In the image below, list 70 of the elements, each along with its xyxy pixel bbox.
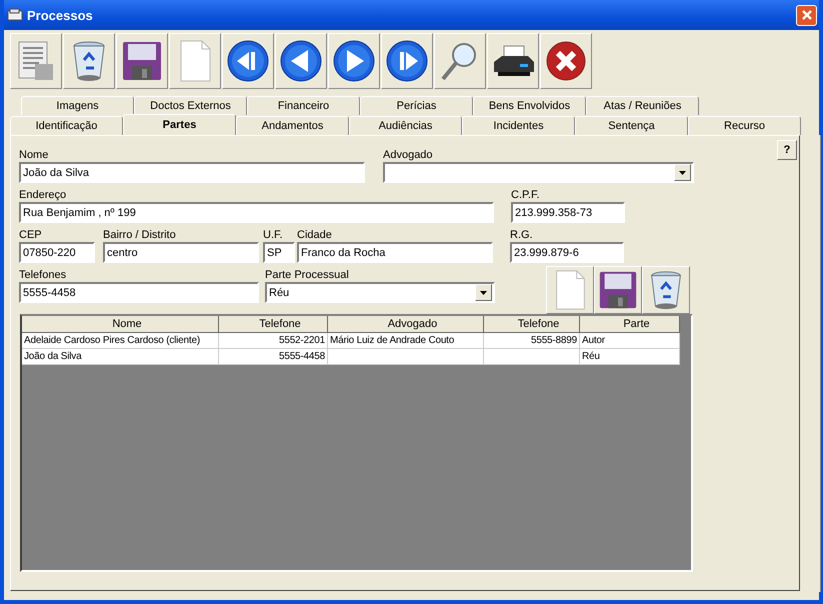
dropdown-arrow-button[interactable] — [475, 284, 492, 301]
input-field[interactable]: Rua Benjamim , nº 199 — [19, 202, 494, 223]
print-tool-button[interactable] — [487, 33, 539, 89]
table-cell: João da Silva — [22, 349, 219, 365]
tab[interactable]: Identificação — [10, 116, 123, 135]
tab[interactable]: Doctos Externos — [134, 96, 247, 115]
column-header[interactable]: Parte — [580, 316, 680, 333]
table-cell: 5552-2201 — [219, 333, 328, 349]
field-label: Endereço — [19, 188, 68, 202]
table-cell: 5555-4458 — [219, 349, 328, 365]
input-field[interactable]: 213.999.358-73 — [511, 202, 625, 223]
tab[interactable]: Atas / Reuniões — [586, 96, 699, 115]
tab[interactable]: Bens Envolvidos — [473, 96, 586, 115]
first-tool-button[interactable] — [222, 33, 274, 89]
tab[interactable]: Audiências — [349, 116, 462, 135]
table-cell: Réu — [580, 349, 680, 365]
field-label: Bairro / Distrito — [103, 228, 177, 242]
close-tool-button[interactable] — [540, 33, 592, 89]
tab[interactable]: Recurso — [688, 116, 801, 135]
tab[interactable]: Andamentos — [236, 116, 349, 135]
input-field[interactable]: SP — [263, 242, 295, 263]
input-field[interactable]: 5555-4458 — [19, 282, 259, 303]
save-tool-button[interactable] — [116, 33, 168, 89]
field-label: CEP — [19, 228, 43, 242]
field-label: Advogado — [383, 148, 434, 162]
input-field[interactable]: centro — [103, 242, 259, 263]
field-label: Telefones — [19, 268, 68, 282]
field-label: R.G. — [510, 228, 534, 242]
tab[interactable]: Incidentes — [462, 116, 575, 135]
close-icon — [800, 9, 812, 21]
tab[interactable]: Financeiro — [247, 96, 360, 115]
next-tool-button[interactable] — [328, 33, 380, 89]
table-cell: Mário Luiz de Andrade Couto — [328, 333, 484, 349]
save-button[interactable] — [594, 266, 642, 314]
table-cell: Autor — [580, 333, 680, 349]
caret-icon — [679, 170, 686, 174]
new-button[interactable] — [546, 266, 594, 314]
tab[interactable]: Sentença — [575, 116, 688, 135]
dropdown-arrow-button[interactable] — [674, 164, 691, 181]
dropdown-field[interactable] — [383, 162, 694, 183]
field-label: U.F. — [263, 228, 284, 242]
field-label: C.P.F. — [511, 188, 541, 202]
window-title: Processos — [27, 8, 94, 22]
search-tool-button[interactable] — [434, 33, 486, 89]
trash-button[interactable] — [642, 266, 690, 314]
table-cell: Adelaide Cardoso Pires Cardoso (cliente) — [22, 333, 219, 349]
input-field[interactable]: 23.999.879-6 — [510, 242, 624, 263]
column-header[interactable]: Nome — [22, 316, 219, 333]
column-header[interactable]: Telefone — [484, 316, 580, 333]
prev-tool-button[interactable] — [275, 33, 327, 89]
last-tool-button[interactable] — [381, 33, 433, 89]
list-tool-button[interactable] — [10, 33, 62, 89]
tab[interactable]: Partes — [123, 114, 236, 135]
input-field[interactable]: 07850-220 — [19, 242, 95, 263]
caret-icon — [480, 290, 487, 294]
field-label: Nome — [19, 148, 50, 162]
app-icon — [7, 8, 23, 22]
column-header[interactable]: Advogado — [328, 316, 484, 333]
field-label: Cidade — [297, 228, 333, 242]
trash-tool-button[interactable] — [63, 33, 115, 89]
field-label: Parte Processual — [265, 268, 350, 282]
tab[interactable]: Imagens — [21, 96, 134, 115]
input-field[interactable]: Franco da Rocha — [297, 242, 493, 263]
help-button[interactable]: ? — [777, 140, 797, 160]
dropdown-field[interactable]: Réu — [265, 282, 495, 303]
column-header[interactable]: Telefone — [219, 316, 328, 333]
close-button[interactable] — [796, 4, 817, 26]
input-field[interactable]: João da Silva — [19, 162, 365, 183]
tab[interactable]: Perícias — [360, 96, 473, 115]
table-cell: 5555-8899 — [484, 333, 580, 349]
